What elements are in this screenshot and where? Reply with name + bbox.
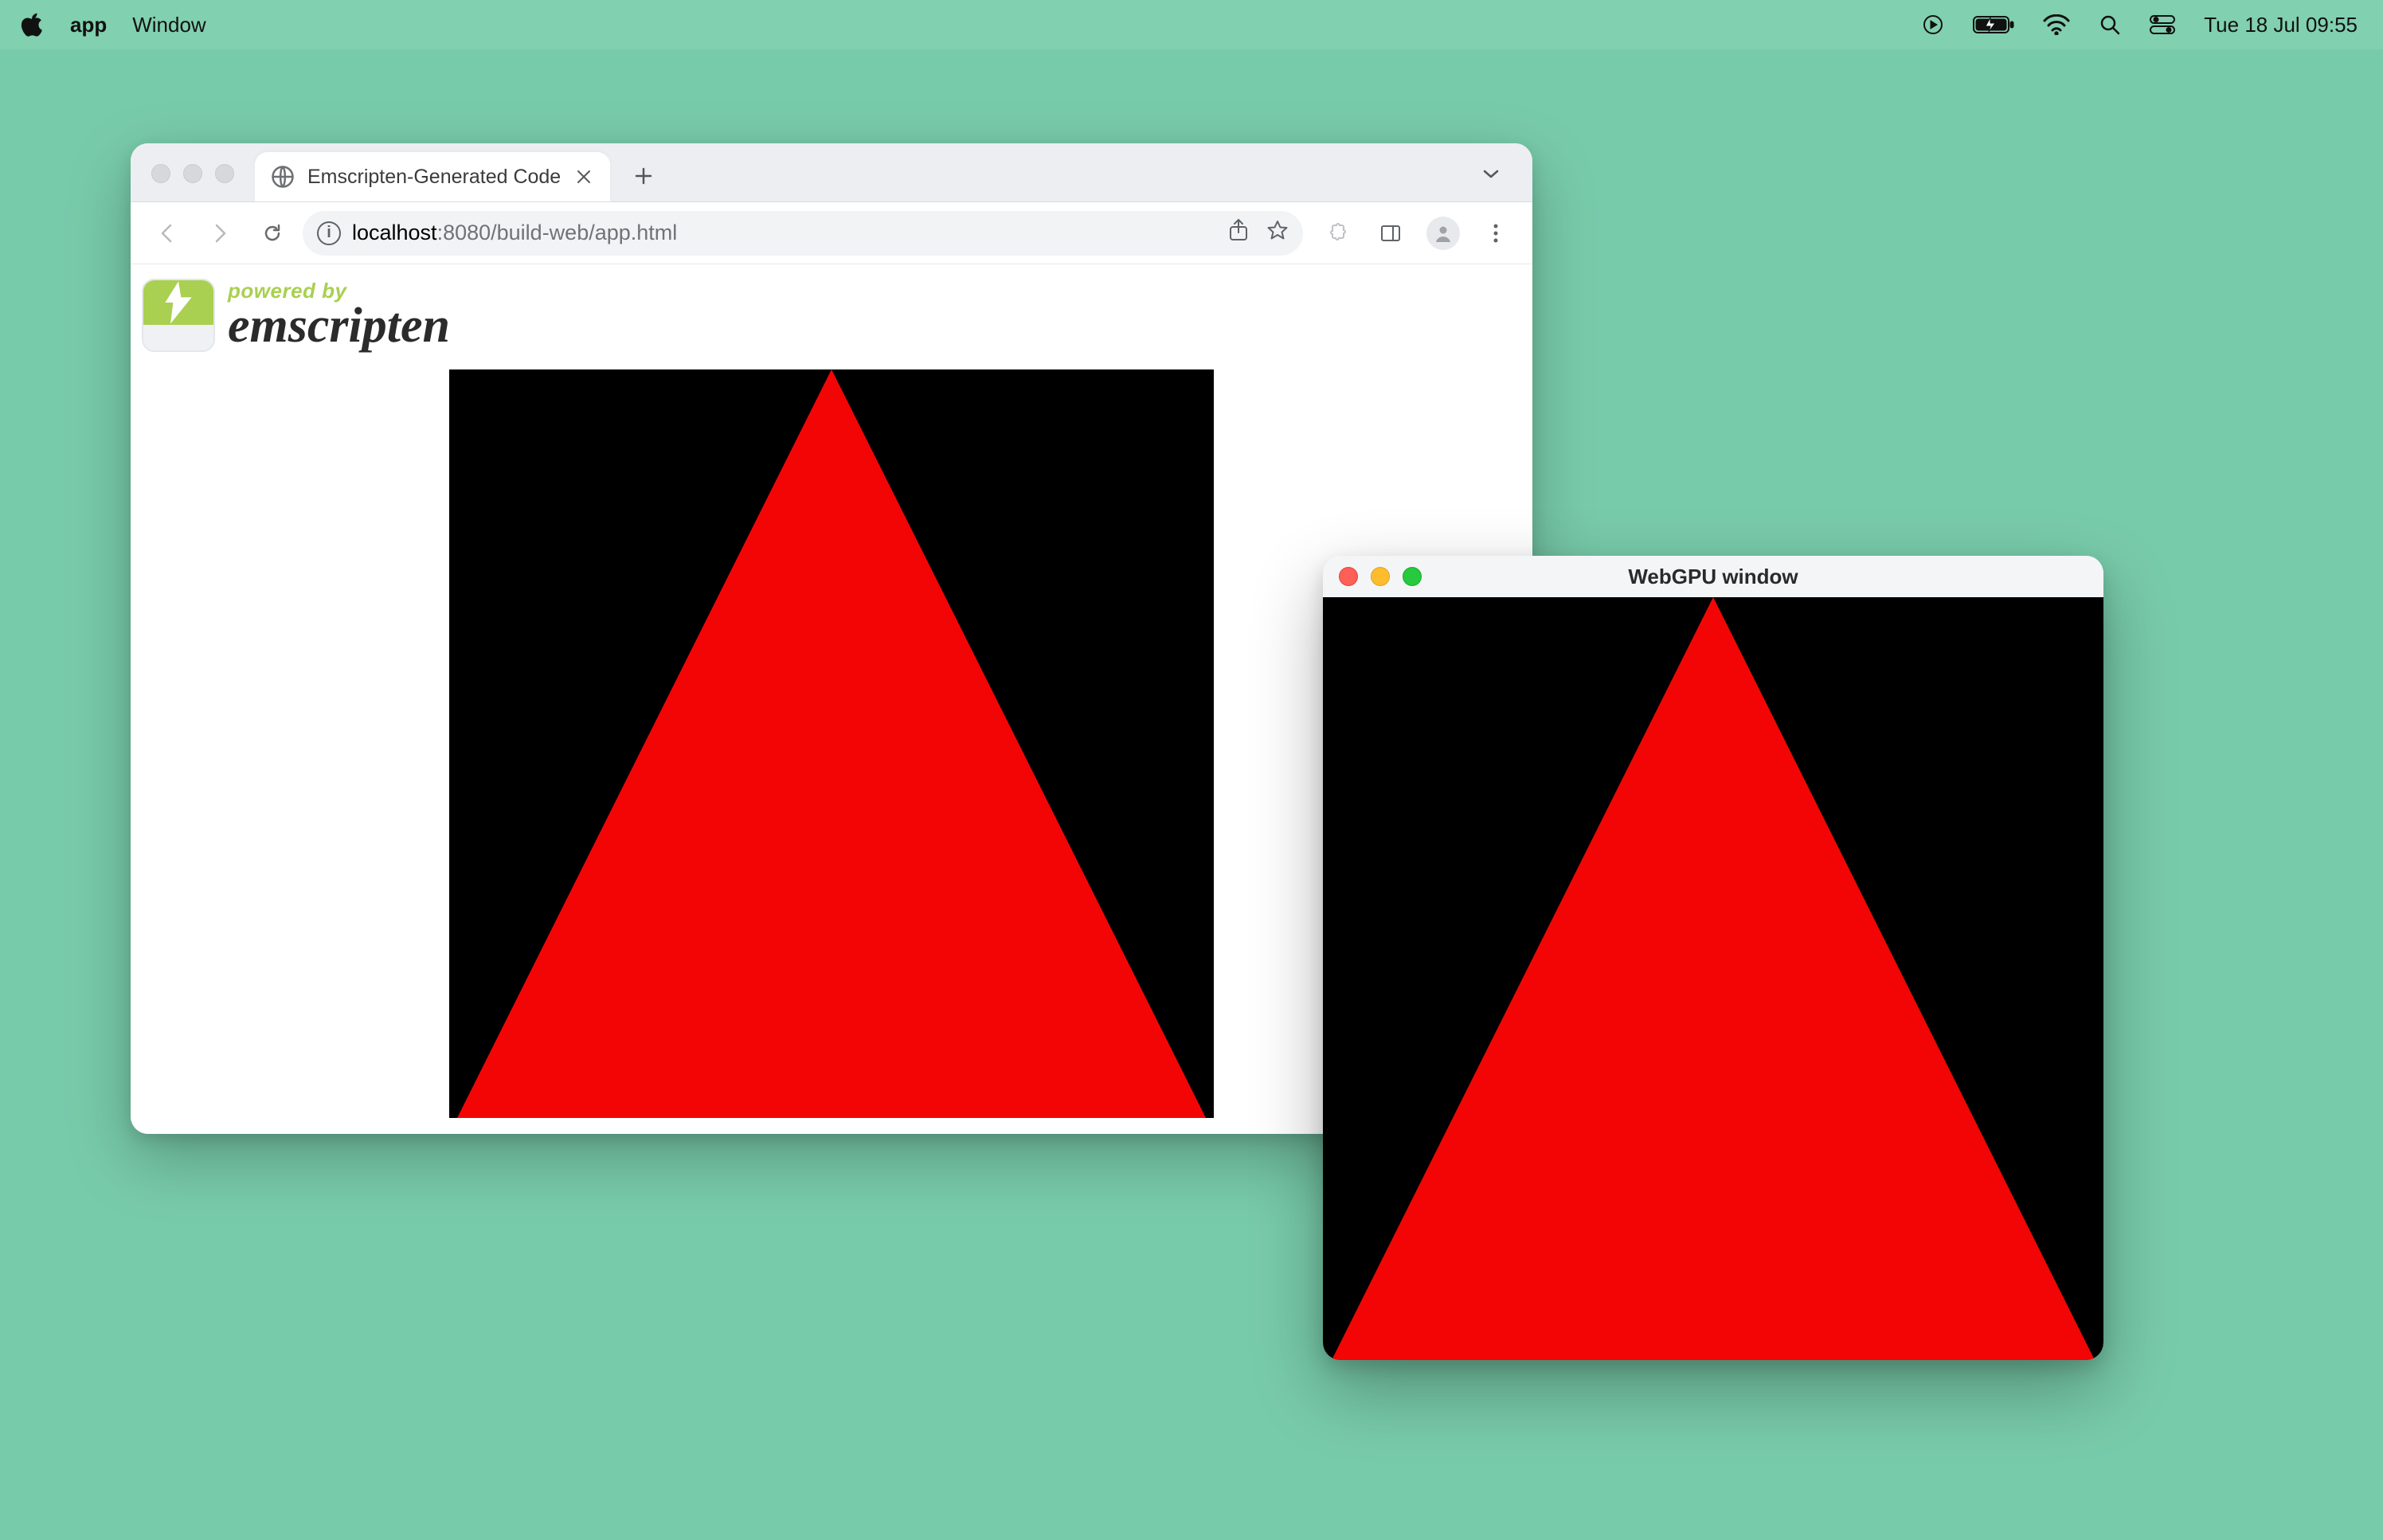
- globe-favicon-icon: [271, 165, 295, 189]
- browser-titlebar: Emscripten-Generated Code: [131, 143, 1532, 202]
- macos-menubar: app Window Tue 18 Jul 09:55: [0, 0, 2383, 49]
- new-tab-button[interactable]: [621, 154, 666, 198]
- kebab-menu-icon[interactable]: [1473, 211, 1518, 256]
- battery-icon[interactable]: [1973, 14, 2014, 35]
- emscripten-wordmark: emscripten: [228, 301, 450, 350]
- tab-close-icon[interactable]: [573, 166, 594, 187]
- bookmark-star-icon[interactable]: [1266, 219, 1289, 247]
- apple-logo-icon[interactable]: [21, 13, 45, 37]
- tab-title: Emscripten-Generated Code: [307, 166, 561, 189]
- native-window-title: WebGPU window: [1628, 565, 1798, 589]
- browser-window: Emscripten-Generated Code i localhost:80…: [131, 143, 1532, 1134]
- addressbar-actions: [1228, 218, 1289, 248]
- menubar-left: app Window: [21, 13, 206, 37]
- screen-record-icon[interactable]: [1922, 14, 1944, 36]
- close-window-button[interactable]: [1339, 567, 1358, 586]
- menubar-clock[interactable]: Tue 18 Jul 09:55: [2204, 13, 2358, 37]
- browser-page-content: powered by emscripten: [131, 264, 1532, 1134]
- red-triangle-shape: [449, 369, 1214, 1118]
- sidepanel-icon[interactable]: [1368, 211, 1413, 256]
- webgl-canvas[interactable]: [449, 369, 1214, 1118]
- browser-toolbar: i localhost:8080/build-web/app.html: [131, 202, 1532, 264]
- native-canvas[interactable]: [1323, 597, 2103, 1360]
- site-info-icon[interactable]: i: [317, 221, 341, 245]
- emscripten-banner: powered by emscripten: [142, 279, 1521, 358]
- native-titlebar: WebGPU window: [1323, 556, 2103, 597]
- tab-overflow-chevron-icon[interactable]: [1478, 161, 1504, 186]
- menubar-app-name[interactable]: app: [70, 13, 107, 37]
- control-center-icon[interactable]: [2150, 14, 2175, 35]
- traffic-lights-inactive[interactable]: [151, 164, 234, 183]
- zoom-window-dot[interactable]: [215, 164, 234, 183]
- zoom-window-button[interactable]: [1403, 567, 1422, 586]
- red-triangle-shape: [1323, 597, 2103, 1360]
- menubar-item-window[interactable]: Window: [132, 13, 205, 37]
- emscripten-text: powered by emscripten: [228, 280, 450, 350]
- extensions-icon[interactable]: [1316, 211, 1360, 256]
- profile-avatar[interactable]: [1421, 211, 1465, 256]
- share-icon[interactable]: [1228, 218, 1249, 248]
- address-bar[interactable]: i localhost:8080/build-web/app.html: [303, 211, 1303, 256]
- url-path: :8080/build-web/app.html: [437, 221, 678, 244]
- minimize-window-button[interactable]: [1371, 567, 1390, 586]
- wifi-icon[interactable]: [2043, 14, 2070, 35]
- menubar-right: Tue 18 Jul 09:55: [1922, 13, 2358, 37]
- native-app-window: WebGPU window: [1323, 556, 2103, 1360]
- nav-reload-button[interactable]: [250, 211, 295, 256]
- url-text: localhost:8080/build-web/app.html: [352, 221, 677, 245]
- spotlight-search-icon[interactable]: [2099, 14, 2121, 36]
- browser-tab[interactable]: Emscripten-Generated Code: [255, 152, 610, 201]
- minimize-window-dot[interactable]: [183, 164, 202, 183]
- nav-forward-button[interactable]: [198, 211, 242, 256]
- close-window-dot[interactable]: [151, 164, 170, 183]
- emscripten-logo-icon: [142, 279, 215, 352]
- toolbar-right-actions: [1316, 211, 1518, 256]
- nav-back-button[interactable]: [145, 211, 190, 256]
- traffic-lights-active[interactable]: [1339, 567, 1422, 586]
- url-host: localhost: [352, 221, 437, 244]
